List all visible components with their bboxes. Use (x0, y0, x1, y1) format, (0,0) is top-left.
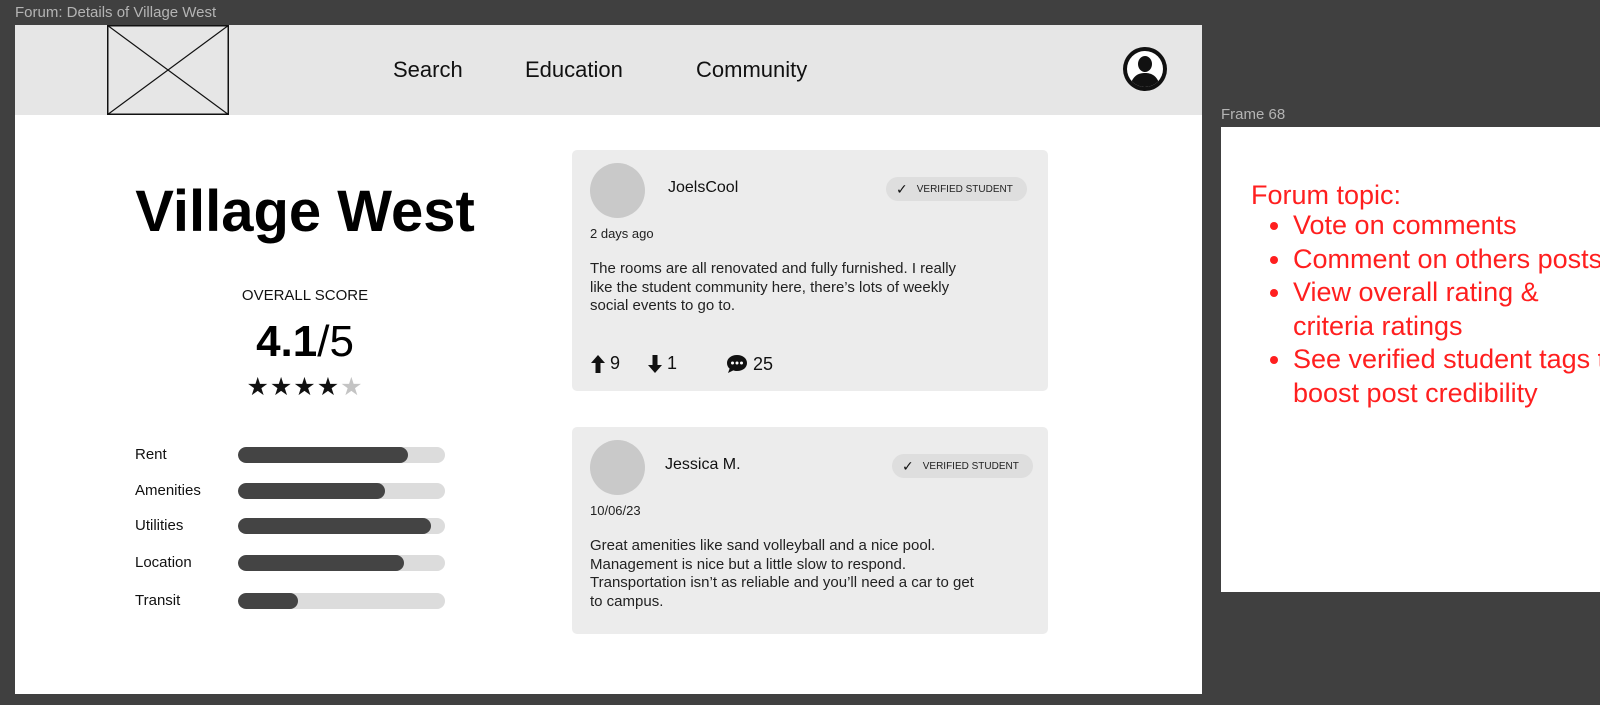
arrow-down-icon (648, 354, 662, 373)
nav-link-education[interactable]: Education (525, 57, 623, 83)
badge-label: VERIFIED STUDENT (922, 460, 1019, 472)
notes-item: Comment on others posts (1293, 243, 1600, 277)
badge-label: VERIFIED STUDENT (916, 183, 1013, 195)
notes-frame: Forum topic: Vote on comments Comment on… (1221, 127, 1600, 592)
criteria-row-transit: Transit (135, 589, 465, 613)
avatar[interactable] (590, 440, 645, 495)
arrow-up-icon (591, 354, 605, 373)
post-username[interactable]: JoelsCool (668, 179, 738, 197)
post-date: 10/06/23 (590, 503, 641, 518)
forum-details-frame: Search Education Community Village West … (15, 25, 1202, 694)
checkmark-icon: ✓ (896, 180, 908, 197)
post-body: The rooms are all renovated and fully fu… (590, 260, 957, 314)
criteria-label: Location (135, 554, 192, 571)
overall-score: 4.1/5 (55, 317, 555, 367)
star-filled-icon: ★ (293, 373, 317, 401)
criteria-bar-fill (238, 447, 408, 463)
criteria-bar-fill (238, 518, 431, 534)
downvote-count: 1 (667, 353, 678, 373)
comment-bubble-icon (727, 355, 747, 373)
star-filled-icon: ★ (316, 373, 341, 401)
criteria-row-amenities: Amenities (135, 479, 465, 503)
user-profile-icon[interactable] (1123, 47, 1167, 91)
criteria-bar (238, 483, 445, 499)
criteria-bar (238, 555, 445, 571)
nav-link-community[interactable]: Community (696, 57, 807, 83)
criteria-bar (238, 447, 445, 463)
star-filled-icon: ★ (246, 373, 270, 401)
criteria-label: Transit (135, 592, 181, 609)
upvote-button[interactable]: 9 (590, 353, 620, 374)
star-rating: ★★★★★ (55, 375, 555, 400)
avatar[interactable] (590, 163, 645, 218)
main-frame-label: Forum: Details of Village West (15, 4, 217, 21)
downvote-button[interactable]: 1 (647, 353, 677, 374)
comment-count: 25 (753, 353, 774, 374)
verified-student-badge: ✓ VERIFIED STUDENT (892, 454, 1033, 478)
star-empty-icon: ★ (340, 373, 364, 401)
criteria-row-location: Location (135, 551, 465, 575)
criteria-bar-fill (238, 555, 404, 571)
criteria-bar (238, 593, 445, 609)
nav-link-search[interactable]: Search (393, 57, 463, 83)
verified-student-badge: ✓ VERIFIED STUDENT (886, 177, 1027, 201)
overall-score-label: OVERALL SCORE (241, 287, 369, 304)
post-username[interactable]: Jessica M. (665, 456, 741, 474)
checkmark-icon: ✓ (902, 457, 914, 474)
star-filled-icon: ★ (269, 373, 294, 401)
criteria-bar (238, 518, 445, 534)
score-max: /5 (317, 317, 354, 366)
criteria-row-rent: Rent (135, 443, 465, 467)
criteria-row-utilities: Utilities (135, 514, 465, 538)
post-card: JoelsCool ✓ VERIFIED STUDENT 2 days ago … (572, 150, 1048, 391)
criteria-bar-fill (238, 593, 299, 609)
notes-item: See verified student tags to boost post … (1293, 343, 1600, 410)
upvote-count: 9 (610, 353, 621, 373)
notes-list: Vote on comments Comment on others posts… (1251, 209, 1600, 410)
side-frame-label: Frame 68 (1221, 106, 1286, 123)
notes-item: Vote on comments (1293, 209, 1600, 243)
criteria-bar-fill (238, 483, 385, 499)
image-placeholder-icon[interactable] (106, 25, 230, 116)
notes-heading: Forum topic: (1251, 180, 1402, 210)
post-body: Great amenities like sand volleyball and… (590, 537, 974, 610)
top-navbar: Search Education Community (15, 25, 1202, 116)
criteria-label: Utilities (135, 517, 184, 534)
criteria-label: Amenities (135, 482, 201, 499)
post-date: 2 days ago (590, 226, 654, 241)
property-title: Village West (135, 179, 475, 244)
comments-button[interactable]: 25 (725, 353, 773, 375)
notes-item: View overall rating & criteria ratings (1293, 276, 1600, 343)
criteria-label: Rent (135, 446, 167, 463)
score-value: 4.1 (256, 317, 318, 366)
post-actions: 9 1 25 (590, 353, 890, 377)
post-card: Jessica M. ✓ VERIFIED STUDENT 10/06/23 G… (572, 427, 1048, 634)
